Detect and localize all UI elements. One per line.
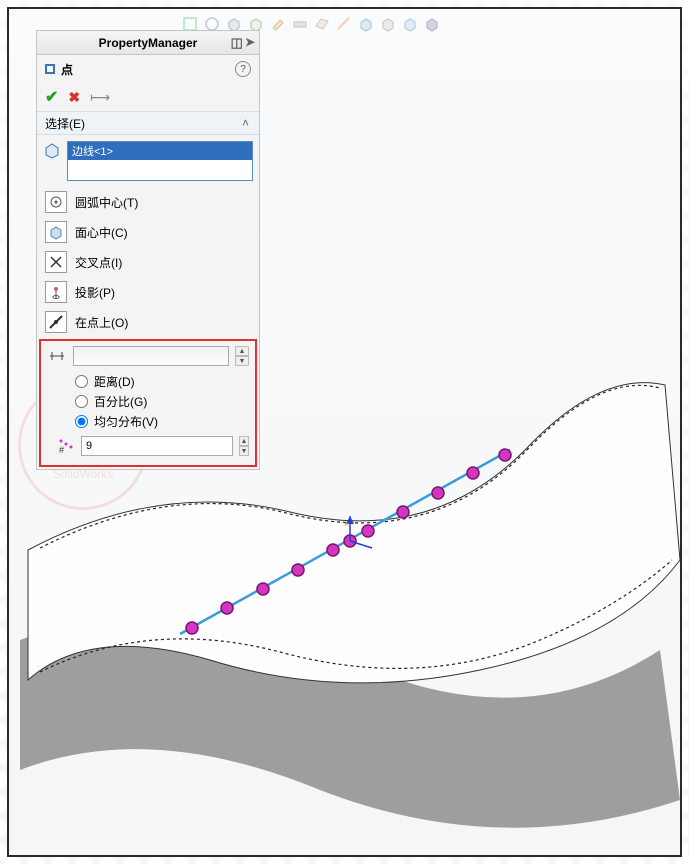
spacing-input[interactable]: [73, 346, 229, 366]
selection-list[interactable]: 边线<1>: [67, 141, 253, 181]
arc-center-icon: [45, 191, 67, 213]
spacing-icon: [47, 346, 67, 366]
pushpin-icon[interactable]: ⟼: [90, 89, 110, 106]
projection-label: 投影(P): [75, 284, 115, 301]
radio-even-label: 均匀分布(V): [94, 413, 158, 430]
svg-text:*: *: [344, 519, 349, 533]
viewport[interactable]: * SW 研习社 SolidWorks PropertyManager ◫ ➤ …: [0, 0, 689, 864]
selection-body: 边线<1>: [37, 135, 259, 187]
option-on-point[interactable]: 在点上(O): [37, 307, 259, 337]
tool-box2-icon[interactable]: [378, 14, 398, 34]
svg-text:#: #: [59, 445, 64, 454]
radio-percent[interactable]: 百分比(G): [75, 391, 249, 411]
projection-icon: [45, 281, 67, 303]
tool-box4-icon[interactable]: [422, 14, 442, 34]
property-manager-panel: PropertyManager ◫ ➤ 点 ? ✔ ✖ ⟼ 选择(E) ˄ 边: [36, 30, 260, 470]
radio-distance[interactable]: 距离(D): [75, 371, 249, 391]
count-row: # ▲▼: [41, 433, 255, 459]
radio-even[interactable]: 均匀分布(V): [75, 411, 249, 431]
panel-title: PropertyManager: [99, 36, 198, 50]
action-row: ✔ ✖ ⟼: [37, 83, 259, 111]
edge-select-icon[interactable]: [43, 141, 61, 159]
cancel-button[interactable]: ✖: [68, 89, 80, 106]
feature-name: 点: [61, 61, 73, 78]
count-icon: #: [57, 436, 75, 457]
count-input[interactable]: [81, 436, 233, 456]
arc-center-label: 圆弧中心(T): [75, 194, 138, 211]
section-select-label: 选择(E): [45, 115, 85, 132]
feature-row: 点 ?: [37, 55, 259, 83]
spacing-spinner[interactable]: ▲▼: [235, 346, 249, 366]
tool-paint-icon[interactable]: [268, 14, 288, 34]
panel-header: PropertyManager ◫ ➤: [37, 31, 259, 55]
tool-dim-icon[interactable]: [290, 14, 310, 34]
on-point-label: 在点上(O): [75, 314, 128, 331]
radio-percent-label: 百分比(G): [94, 393, 147, 410]
option-face-center[interactable]: 面心中(C): [37, 217, 259, 247]
selection-item[interactable]: 边线<1>: [68, 142, 252, 160]
face-center-icon: [45, 221, 67, 243]
point-feature-icon: [45, 64, 55, 74]
panel-pin-icon[interactable]: ➤: [245, 35, 255, 51]
tool-box3-icon[interactable]: [400, 14, 420, 34]
ok-button[interactable]: ✔: [45, 87, 58, 107]
on-point-icon: [45, 311, 67, 333]
tool-plane-icon[interactable]: [312, 14, 332, 34]
collapse-icon: ˄: [242, 116, 249, 130]
section-select-header[interactable]: 选择(E) ˄: [37, 111, 259, 135]
highlighted-params: ▲▼ 距离(D) 百分比(G) 均匀分布(V) # ▲▼: [39, 339, 257, 467]
spacing-row: ▲▼: [41, 343, 255, 369]
tool-box1-icon[interactable]: [356, 14, 376, 34]
intersection-label: 交叉点(I): [75, 254, 122, 271]
option-intersection[interactable]: 交叉点(I): [37, 247, 259, 277]
count-spinner[interactable]: ▲▼: [239, 436, 249, 456]
face-center-label: 面心中(C): [75, 224, 128, 241]
option-projection[interactable]: 投影(P): [37, 277, 259, 307]
panel-split-icon[interactable]: ◫: [231, 35, 243, 51]
radio-distance-label: 距离(D): [94, 373, 135, 390]
tool-ruler-icon[interactable]: [334, 14, 354, 34]
radio-even-input[interactable]: [75, 415, 88, 428]
radio-distance-input[interactable]: [75, 375, 88, 388]
help-icon[interactable]: ?: [235, 61, 251, 77]
intersection-icon: [45, 251, 67, 273]
option-arc-center[interactable]: 圆弧中心(T): [37, 187, 259, 217]
radio-percent-input[interactable]: [75, 395, 88, 408]
distribution-radios: 距离(D) 百分比(G) 均匀分布(V): [41, 369, 255, 433]
